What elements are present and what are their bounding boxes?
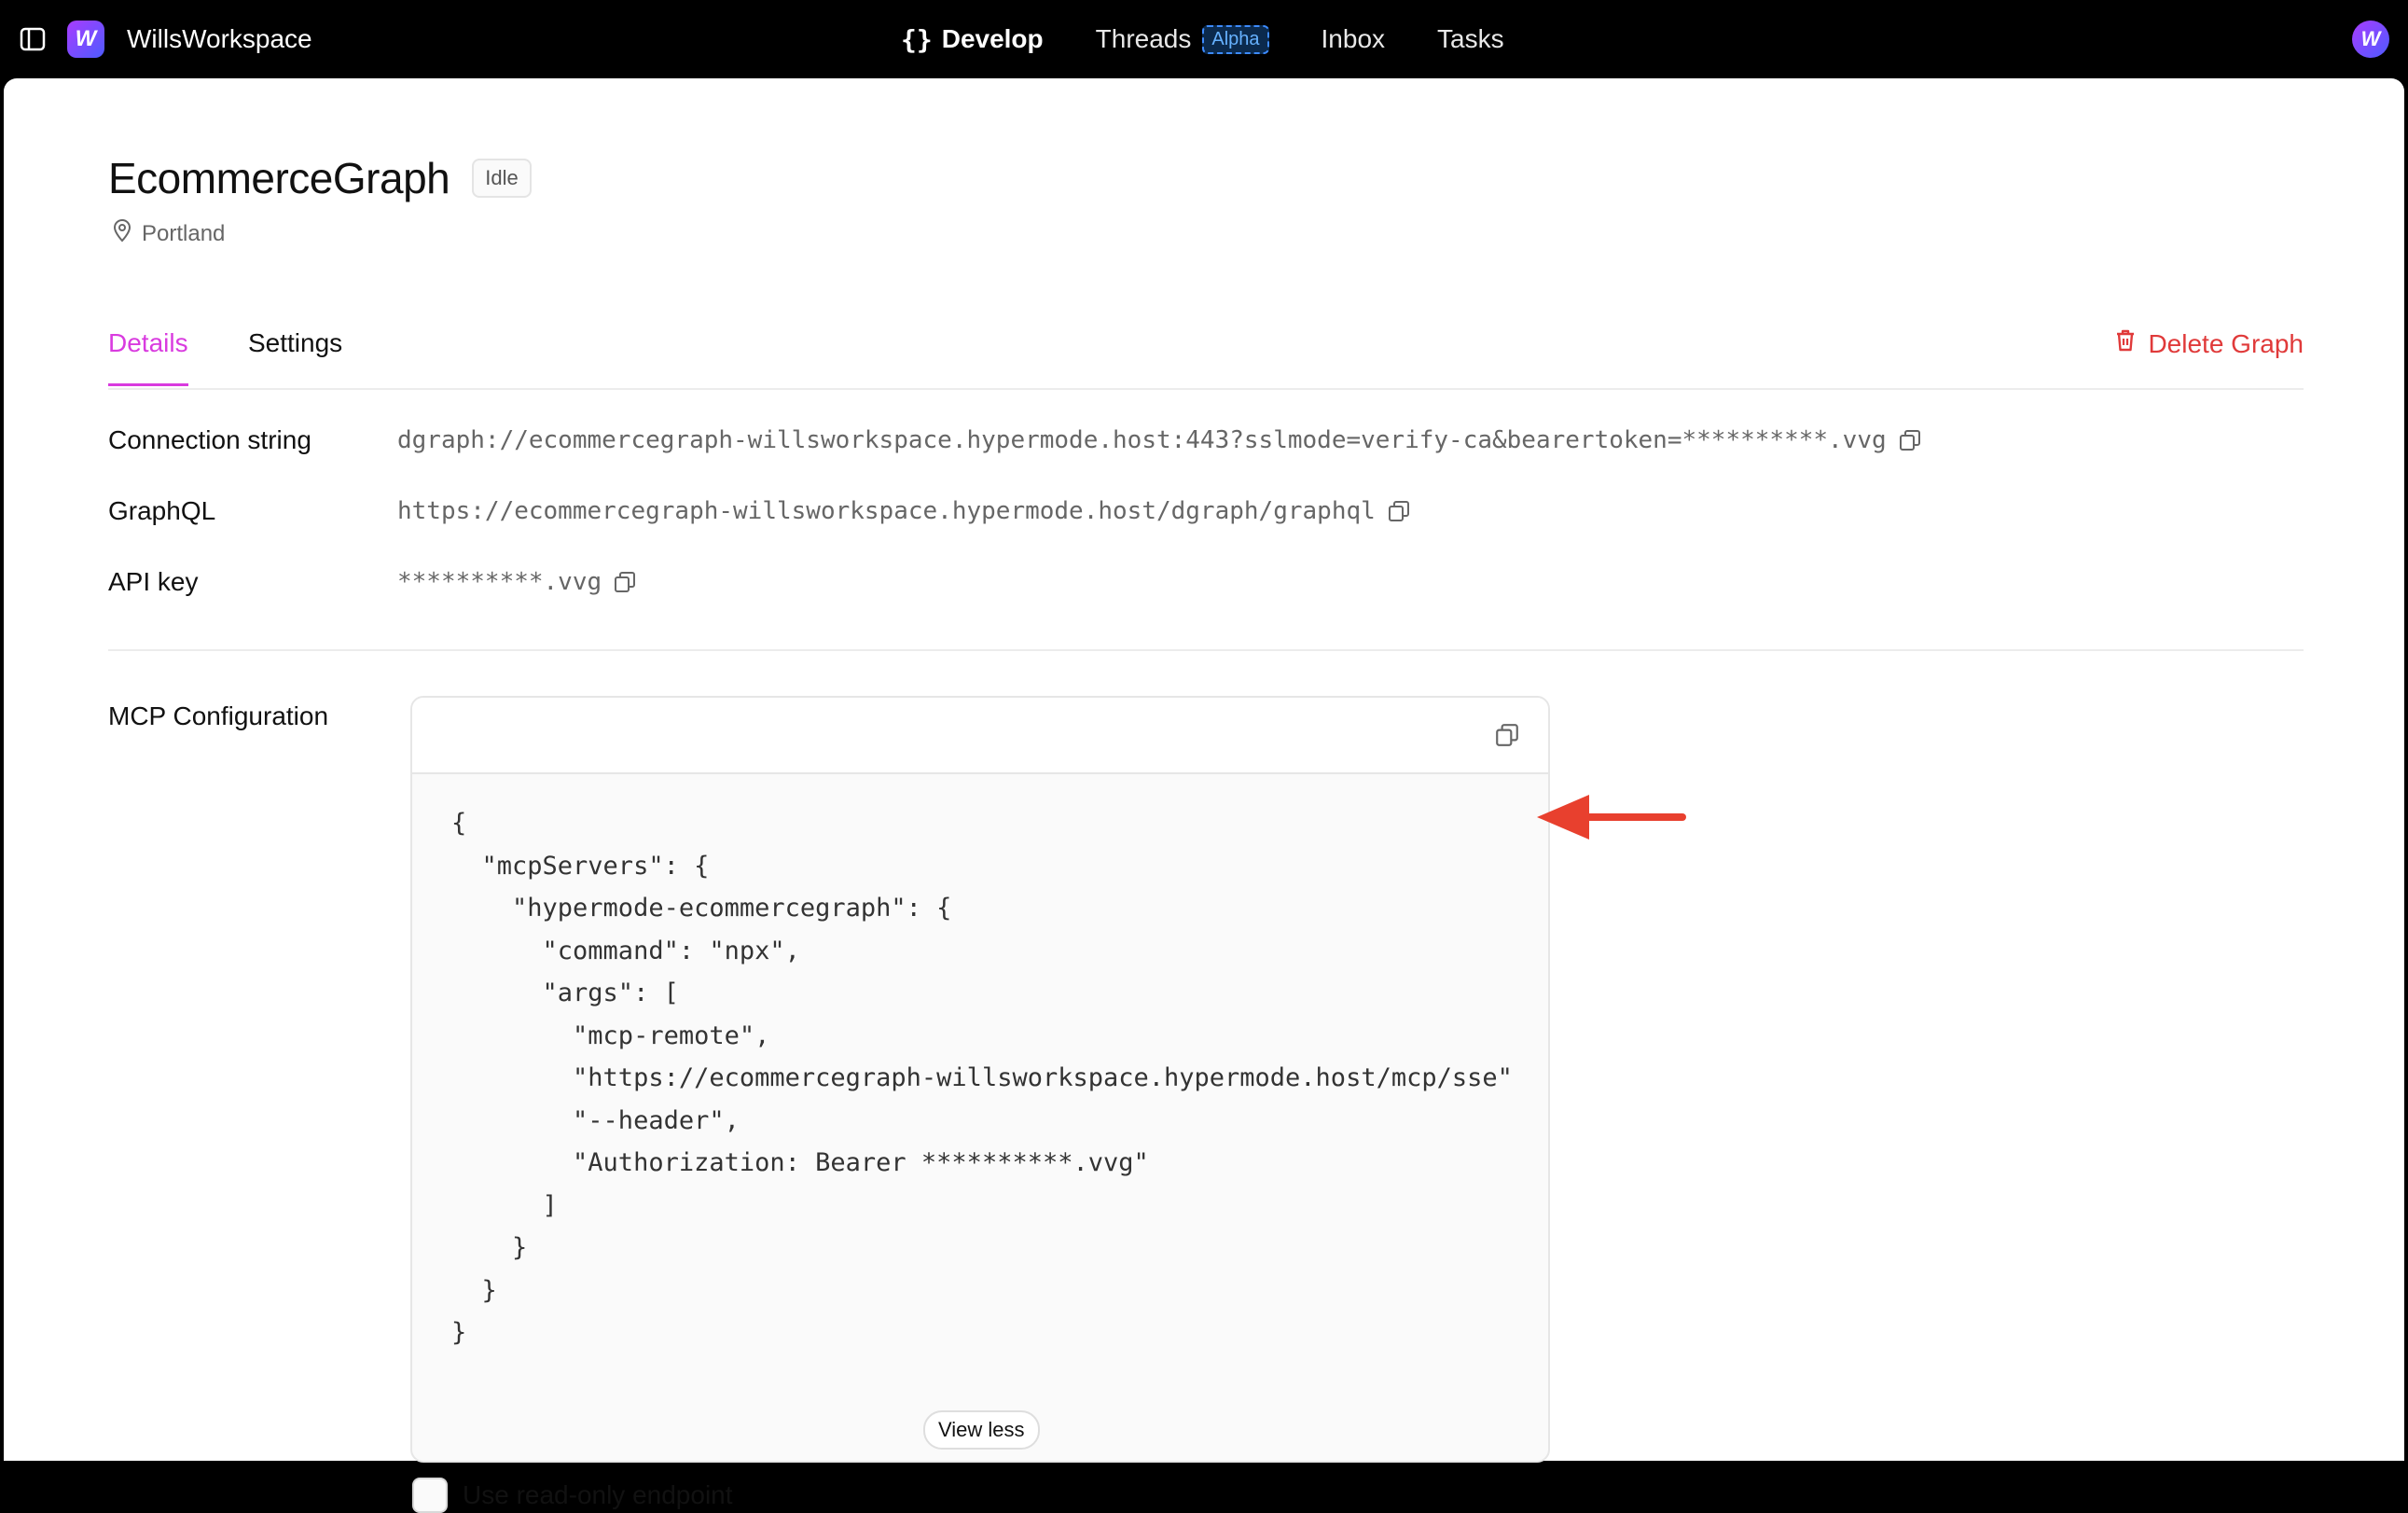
nav-inbox[interactable]: Inbox	[1322, 24, 1386, 54]
copy-icon[interactable]	[613, 570, 637, 594]
nav-develop[interactable]: {} Develop	[901, 24, 1044, 55]
sidebar-toggle-icon[interactable]	[17, 23, 48, 55]
tab-details[interactable]: Details	[108, 325, 188, 386]
nav-threads-label: Threads	[1095, 24, 1192, 53]
workspace-logo[interactable]: W	[67, 21, 104, 58]
tab-settings[interactable]: Settings	[248, 325, 342, 386]
copy-icon[interactable]	[1387, 499, 1411, 523]
view-less-button[interactable]: View less	[923, 1410, 1040, 1450]
mcp-configuration-label: MCP Configuration	[108, 701, 329, 730]
page-header: EcommerceGraph Idle	[108, 153, 532, 203]
main-panel: EcommerceGraph Idle Portland Details Set…	[4, 78, 2404, 1513]
copy-icon[interactable]	[1494, 722, 1520, 753]
tab-bar: Details Settings Delete Graph	[108, 325, 2304, 390]
nav-tasks[interactable]: Tasks	[1437, 24, 1504, 54]
page-title: EcommerceGraph	[108, 154, 450, 202]
nav-develop-label: Develop	[941, 24, 1044, 53]
graphql-row: GraphQL https://ecommercegraph-willswork…	[108, 496, 1411, 526]
status-badge: Idle	[472, 159, 532, 198]
workspace-name[interactable]: WillsWorkspace	[127, 24, 312, 54]
nav-threads[interactable]: Threads Alpha	[1096, 24, 1269, 54]
code-block-header	[412, 698, 1548, 774]
delete-graph-button[interactable]: Delete Graph	[2114, 328, 2304, 359]
connection-string-value: dgraph://ecommercegraph-willsworkspace.h…	[397, 426, 1887, 454]
read-only-label: Use read-only endpoint	[463, 1480, 733, 1509]
top-bar: W WillsWorkspace {} Develop Threads Alpha …	[0, 0, 2408, 78]
alpha-badge: Alpha	[1202, 24, 1269, 54]
api-key-value: **********.vvg	[397, 568, 602, 596]
graphql-label: GraphQL	[108, 496, 216, 525]
divider	[108, 649, 2304, 651]
map-pin-icon	[112, 218, 142, 249]
trash-icon	[2114, 328, 2148, 359]
workspace-switcher: W WillsWorkspace	[17, 17, 312, 62]
arrow-left-icon	[1537, 789, 1686, 850]
avatar[interactable]: W	[2352, 21, 2389, 58]
connection-string-row: Connection string dgraph://ecommercegrap…	[108, 425, 1922, 455]
mcp-config-code: { "mcpServers": { "hypermode-ecommercegr…	[451, 809, 1513, 1347]
connection-string-label: Connection string	[108, 425, 311, 454]
location: Portland	[112, 218, 225, 249]
read-only-checkbox[interactable]	[412, 1478, 448, 1513]
api-key-label: API key	[108, 567, 199, 596]
api-key-row: API key **********.vvg	[108, 567, 637, 597]
graphql-value: https://ecommercegraph-willsworkspace.hy…	[397, 497, 1376, 525]
read-only-endpoint-option[interactable]: Use read-only endpoint	[412, 1478, 733, 1513]
code-braces-icon: {}	[901, 23, 933, 55]
main-nav: {} Develop Threads Alpha Inbox Tasks	[901, 17, 1504, 62]
copy-icon[interactable]	[1898, 428, 1922, 452]
delete-graph-label: Delete Graph	[2148, 328, 2304, 358]
location-text: Portland	[142, 220, 226, 246]
mcp-config-code-block: { "mcpServers": { "hypermode-ecommercegr…	[410, 696, 1550, 1463]
